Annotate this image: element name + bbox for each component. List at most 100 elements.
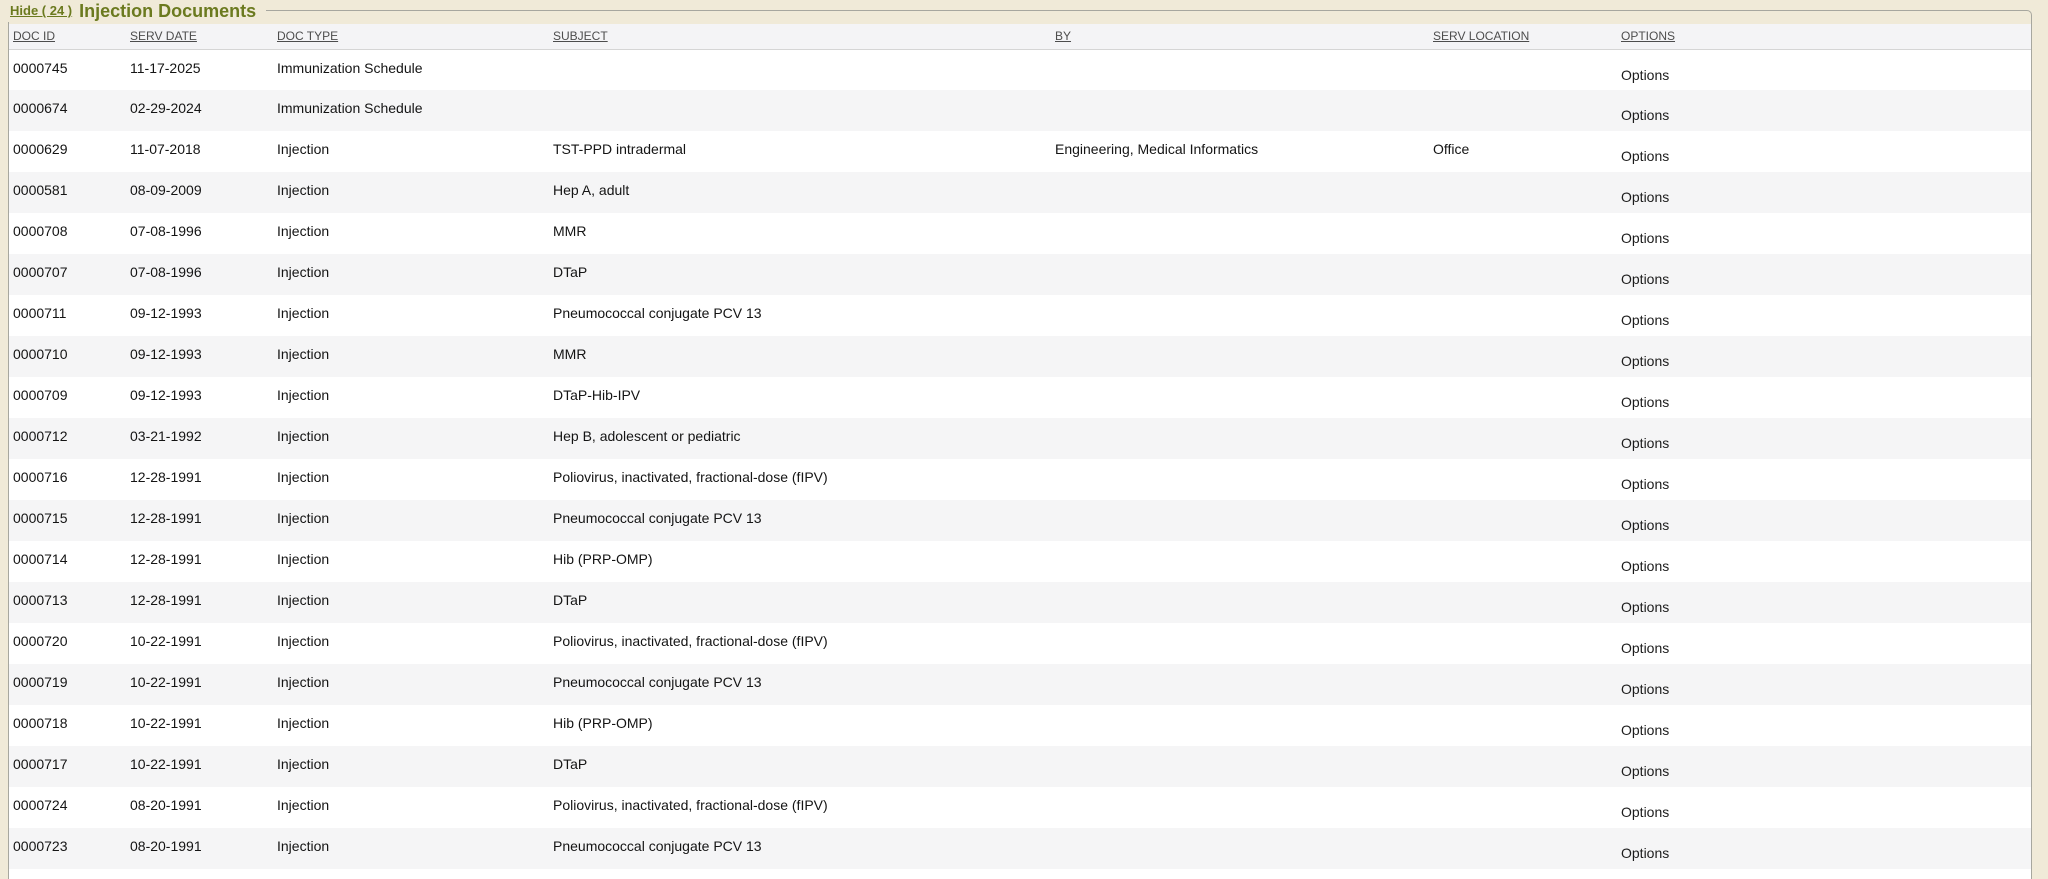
cell-doc-type: Injection <box>273 623 549 664</box>
options-button[interactable]: Options <box>1621 107 1669 123</box>
cell-options: Options <box>1617 459 2031 500</box>
options-button[interactable]: Options <box>1621 681 1669 697</box>
options-button[interactable]: Options <box>1621 845 1669 861</box>
cell-doc-type: Injection <box>273 295 549 336</box>
options-button[interactable]: Options <box>1621 763 1669 779</box>
cell-doc-type: Injection <box>273 336 549 377</box>
injection-documents-table: DOC ID SERV DATE DOC TYPE SUBJECT BY SER… <box>9 24 2031 879</box>
cell-by <box>1051 172 1429 213</box>
table-row: 000072308-20-1991InjectionPneumococcal c… <box>9 828 2031 869</box>
options-button[interactable]: Options <box>1621 230 1669 246</box>
cell-options: Options <box>1617 787 2031 828</box>
cell-doc-id: 0000707 <box>9 254 126 295</box>
cell-doc-type: Injection <box>273 787 549 828</box>
cell-subject <box>549 49 1051 90</box>
options-button[interactable]: Options <box>1621 435 1669 451</box>
options-button[interactable]: Options <box>1621 189 1669 205</box>
cell-serv-location <box>1429 787 1617 828</box>
cell-options: Options <box>1617 90 2031 131</box>
table-row: 000071412-28-1991InjectionHib (PRP-OMP)O… <box>9 541 2031 582</box>
table-row: 000071312-28-1991InjectionDTaPOptions <box>9 582 2031 623</box>
hide-toggle-link[interactable]: Hide ( 24 ) <box>10 3 72 18</box>
options-button[interactable]: Options <box>1621 271 1669 287</box>
options-button[interactable]: Options <box>1621 722 1669 738</box>
cell-by <box>1051 828 1429 869</box>
cell-subject: Pneumococcal conjugate PCV 13 <box>549 664 1051 705</box>
cell-serv-date: 11-17-2025 <box>126 49 273 90</box>
sort-doc-type-link[interactable]: DOC TYPE <box>277 29 338 43</box>
options-button[interactable]: Options <box>1621 476 1669 492</box>
cell-by <box>1051 90 1429 131</box>
cell-serv-date: 12-28-1991 <box>126 500 273 541</box>
table-row: 000070909-12-1993InjectionDTaP-Hib-IPVOp… <box>9 377 2031 418</box>
table-row: 000071810-22-1991InjectionHib (PRP-OMP)O… <box>9 705 2031 746</box>
cell-subject: Hib (PRP-OMP) <box>549 705 1051 746</box>
cell-serv-location <box>1429 254 1617 295</box>
table-row: 000074511-17-2025Immunization ScheduleOp… <box>9 49 2031 90</box>
cell-options: Options <box>1617 377 2031 418</box>
cell-subject: Hep B, adolescent or pediatric <box>549 418 1051 459</box>
sort-by-link[interactable]: BY <box>1055 29 1071 43</box>
options-button[interactable]: Options <box>1621 67 1669 83</box>
cell-serv-date: 11-07-2018 <box>126 131 273 172</box>
column-header-doc-id: DOC ID <box>9 24 126 49</box>
options-button[interactable]: Options <box>1621 312 1669 328</box>
options-button[interactable]: Options <box>1621 394 1669 410</box>
table-header: DOC ID SERV DATE DOC TYPE SUBJECT BY SER… <box>9 24 2031 49</box>
cell-options: Options <box>1617 254 2031 295</box>
cell-by <box>1051 582 1429 623</box>
sort-options-link[interactable]: OPTIONS <box>1621 29 1675 43</box>
cell-serv-location <box>1429 746 1617 787</box>
cell-serv-location <box>1429 500 1617 541</box>
options-button[interactable]: Options <box>1621 353 1669 369</box>
cell-serv-location <box>1429 623 1617 664</box>
cell-serv-location <box>1429 418 1617 459</box>
sort-serv-location-link[interactable]: SERV LOCATION <box>1433 29 1529 43</box>
cell-by <box>1051 664 1429 705</box>
cell-subject: DTaP <box>549 582 1051 623</box>
options-button[interactable]: Options <box>1621 804 1669 820</box>
cell-doc-type: Injection <box>273 254 549 295</box>
options-button[interactable]: Options <box>1621 558 1669 574</box>
cell-serv-date: 10-22-1991 <box>126 746 273 787</box>
cell-serv-location: Office <box>1429 131 1617 172</box>
cell-by <box>1051 746 1429 787</box>
cell-options: Options <box>1617 705 2031 746</box>
cell-doc-id: 0000674 <box>9 90 126 131</box>
cell-options: Options <box>1617 172 2031 213</box>
options-button[interactable]: Options <box>1621 517 1669 533</box>
options-button[interactable]: Options <box>1621 599 1669 615</box>
cell-serv-date: 12-28-1991 <box>126 582 273 623</box>
cell-by <box>1051 623 1429 664</box>
column-header-serv-date: SERV DATE <box>126 24 273 49</box>
column-header-options: OPTIONS <box>1617 24 2031 49</box>
cell-serv-date: 12-28-1991 <box>126 541 273 582</box>
table-row: 000067402-29-2024Immunization ScheduleOp… <box>9 90 2031 131</box>
cell-doc-type: Injection <box>273 664 549 705</box>
cell-serv-location <box>1429 172 1617 213</box>
sort-doc-id-link[interactable]: DOC ID <box>13 29 55 43</box>
cell-subject: Poliovirus, inactivated, fractional-dose… <box>549 787 1051 828</box>
cell-doc-id: 0000629 <box>9 131 126 172</box>
cell-options: Options <box>1617 500 2031 541</box>
sort-serv-date-link[interactable]: SERV DATE <box>130 29 197 43</box>
cell-serv-location <box>1429 705 1617 746</box>
cell-subject: Pneumococcal conjugate PCV 13 <box>549 295 1051 336</box>
column-header-serv-location: SERV LOCATION <box>1429 24 1617 49</box>
cell-subject: Hep A, adult <box>549 172 1051 213</box>
table-header-row: DOC ID SERV DATE DOC TYPE SUBJECT BY SER… <box>9 24 2031 49</box>
options-button[interactable]: Options <box>1621 640 1669 656</box>
cell-subject: MMR <box>549 213 1051 254</box>
table-row: 000071910-22-1991InjectionPneumococcal c… <box>9 664 2031 705</box>
sort-subject-link[interactable]: SUBJECT <box>553 29 608 43</box>
panel-title: Injection Documents <box>79 1 256 21</box>
cell-doc-id: 0000717 <box>9 746 126 787</box>
cell-doc-type: Injection <box>273 541 549 582</box>
cell-doc-id: 0000711 <box>9 295 126 336</box>
table-row: 000072010-22-1991InjectionPoliovirus, in… <box>9 623 2031 664</box>
cell-options: Options <box>1617 828 2031 869</box>
options-button[interactable]: Options <box>1621 148 1669 164</box>
cell-doc-type: Immunization Schedule <box>273 49 549 90</box>
cell-by <box>1051 213 1429 254</box>
cell-by <box>1051 787 1429 828</box>
